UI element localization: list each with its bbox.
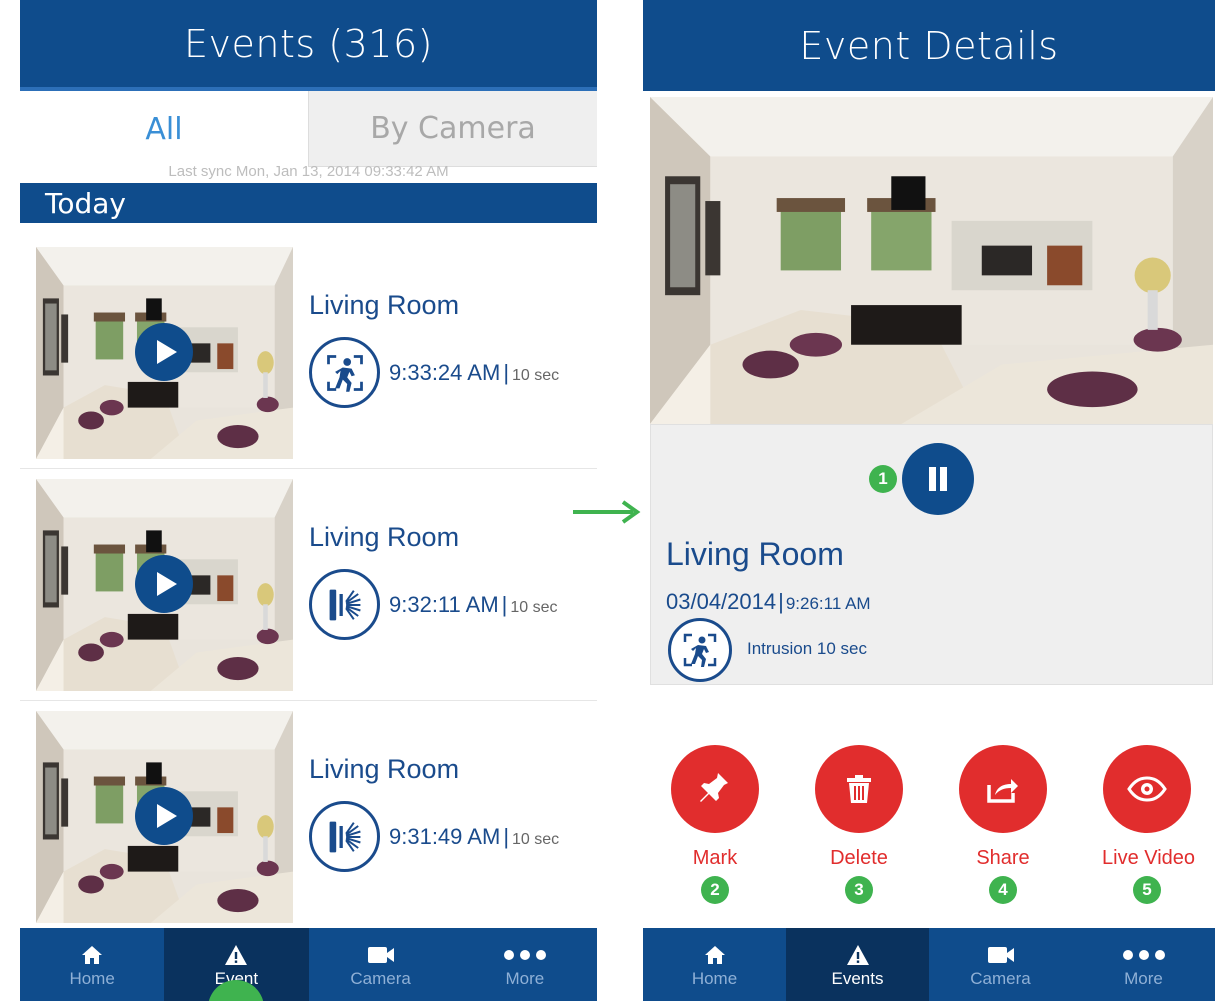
- event-title: Living Room: [309, 522, 460, 552]
- event-thumbnail[interactable]: [36, 247, 293, 459]
- events-list-screen: Events (316) All By Camera Last sync Mon…: [20, 0, 597, 1001]
- event-row[interactable]: Living Room 9:31:49 AM | 10 sec: [20, 701, 597, 933]
- event-thumbnail[interactable]: [36, 711, 293, 923]
- event-time-value: 9:33:24 AM: [389, 360, 501, 385]
- door-sensor-icon: [309, 801, 380, 872]
- share-button[interactable]: Share 4: [958, 745, 1048, 904]
- transition-arrow-icon: [573, 500, 641, 524]
- separator: |: [503, 360, 510, 385]
- event-title: Living Room: [309, 290, 460, 320]
- event-type: Intrusion 10 sec: [747, 639, 868, 658]
- event-row[interactable]: Living Room 9:33:24 AM | 10 sec: [20, 237, 597, 469]
- event-row[interactable]: Living Room 9:32:11 AM | 10 sec: [20, 469, 597, 701]
- event-duration: 10 sec: [512, 831, 560, 848]
- tab-by-camera[interactable]: By Camera: [308, 91, 597, 167]
- event-details-screen: Event Details 1 Living Room 03/04/2014| 9…: [643, 0, 1215, 1001]
- home-icon: [704, 941, 726, 969]
- step-badge: 2: [701, 876, 729, 904]
- nav-label: Events: [831, 968, 884, 988]
- nav-label: Home: [69, 968, 115, 988]
- bottom-nav: Home Event Camera More: [20, 928, 597, 1001]
- live-video-button[interactable]: Live Video 5: [1102, 745, 1196, 904]
- home-icon: [81, 941, 103, 969]
- filter-tabs: All By Camera: [20, 91, 597, 167]
- nav-home[interactable]: Home: [20, 928, 164, 1001]
- separator: |: [503, 824, 510, 849]
- event-duration: 10 sec: [512, 367, 560, 384]
- camera-icon: [987, 941, 1015, 969]
- event-title: Living Room: [666, 536, 844, 572]
- separator: |: [501, 592, 508, 617]
- nav-label: Home: [691, 968, 738, 988]
- nav-label: More: [505, 968, 545, 988]
- step-badge: 1: [869, 465, 897, 493]
- delete-button[interactable]: Delete 3: [814, 745, 904, 904]
- nav-label: More: [1124, 968, 1163, 988]
- event-time: 9:33:24 AM | 10 sec: [389, 360, 559, 386]
- nav-label: Camera: [350, 968, 411, 988]
- last-sync-text: Last sync Mon, Jan 13, 2014 09:33:42 AM: [168, 163, 449, 180]
- play-icon[interactable]: [135, 555, 193, 613]
- event-video[interactable]: [650, 97, 1213, 424]
- nav-camera[interactable]: Camera: [929, 928, 1072, 1001]
- step-badge: 3: [845, 876, 873, 904]
- event-time: 9:31:49 AM | 10 sec: [389, 824, 559, 850]
- page-title: Events (316): [20, 0, 597, 91]
- more-icon: [503, 941, 547, 969]
- nav-events[interactable]: Events: [786, 928, 929, 1001]
- event-time: 9:26:11 AM: [785, 594, 871, 613]
- play-icon[interactable]: [135, 787, 193, 845]
- action-label: Share: [976, 847, 1030, 869]
- event-date-time: 03/04/2014| 9:26:11 AM: [666, 589, 871, 615]
- pause-icon[interactable]: [902, 443, 974, 515]
- step-badge: 5: [1133, 876, 1161, 904]
- intrusion-icon: [668, 618, 732, 682]
- camera-icon: [367, 941, 395, 969]
- separator: |: [778, 589, 784, 614]
- action-label: Mark: [692, 847, 738, 869]
- nav-label: Camera: [970, 968, 1031, 988]
- bottom-nav: Home Events Camera More: [643, 928, 1215, 1001]
- warning-icon: [224, 941, 248, 969]
- event-duration: 10 sec: [510, 599, 558, 616]
- page-title: Event Details: [643, 0, 1215, 91]
- section-header-today: Today: [20, 183, 597, 223]
- pin-icon[interactable]: [671, 745, 759, 833]
- intrusion-icon: [309, 337, 380, 408]
- tab-all[interactable]: All: [20, 91, 308, 167]
- eye-icon[interactable]: [1103, 745, 1191, 833]
- more-icon: [1122, 941, 1166, 969]
- event-date: 03/04/2014: [666, 589, 777, 614]
- event-time-value: 9:32:11 AM: [389, 592, 499, 617]
- nav-home[interactable]: Home: [643, 928, 786, 1001]
- action-label: Delete: [830, 847, 888, 869]
- warning-icon: [846, 941, 870, 969]
- share-icon[interactable]: [959, 745, 1047, 833]
- nav-camera[interactable]: Camera: [309, 928, 453, 1001]
- trash-icon[interactable]: [815, 745, 903, 833]
- play-icon[interactable]: [135, 323, 193, 381]
- event-time: 9:32:11 AM | 10 sec: [389, 592, 558, 618]
- nav-more[interactable]: More: [1072, 928, 1215, 1001]
- event-title: Living Room: [309, 754, 460, 784]
- event-time-value: 9:31:49 AM: [389, 824, 501, 849]
- step-badge: 4: [989, 876, 1017, 904]
- action-label: Live Video: [1102, 847, 1196, 869]
- event-thumbnail[interactable]: [36, 479, 293, 691]
- nav-more[interactable]: More: [453, 928, 597, 1001]
- mark-button[interactable]: Mark 2: [670, 745, 760, 904]
- event-detail-panel: 1 Living Room 03/04/2014| 9:26:11 AM Intr…: [650, 424, 1213, 685]
- door-sensor-icon: [309, 569, 380, 640]
